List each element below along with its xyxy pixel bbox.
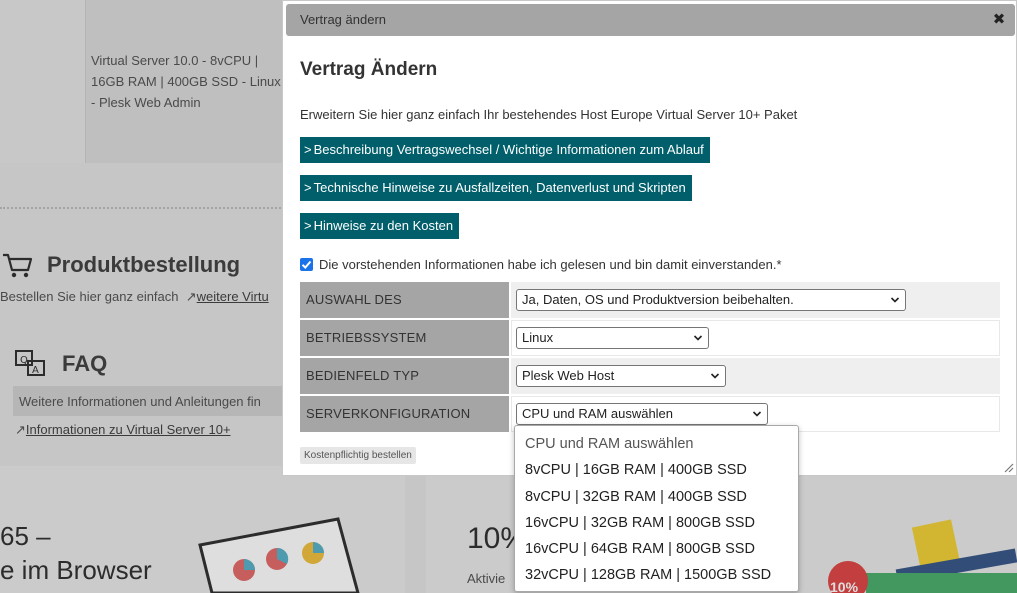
server-config-select[interactable]: CPU und RAM auswählen — [516, 403, 768, 425]
info-button-technical-notes[interactable]: > Technische Hinweise zu Ausfallzeiten, D… — [300, 175, 692, 201]
checkmark-icon — [301, 260, 312, 269]
server-config-dropdown: CPU und RAM auswählen 8vCPU | 16GB RAM |… — [514, 425, 799, 592]
chevron-right-icon: > — [304, 142, 312, 157]
agree-label: Die vorstehenden Informationen habe ich … — [319, 257, 782, 272]
panel-label: BEDIENFELD TYP — [300, 358, 509, 394]
server-config-value: CPU und RAM auswählen — [522, 406, 674, 421]
dropdown-option[interactable]: 16vCPU | 32GB RAM | 800GB SSD — [515, 510, 798, 536]
order-type-select[interactable]: Ja, Daten, OS und Produktversion beibeha… — [516, 289, 906, 311]
form-row-panel: BEDIENFELD TYP Plesk Web Host — [300, 357, 1000, 395]
chevron-down-icon — [710, 373, 720, 379]
chevron-down-icon — [752, 411, 762, 417]
order-type-cell: Ja, Daten, OS und Produktversion beibeha… — [511, 282, 1000, 318]
order-type-value: Ja, Daten, OS und Produktversion beibeha… — [522, 292, 794, 307]
order-type-label: AUSWAHL DES AUFTRAGSTYPS — [300, 282, 509, 343]
info-button-label: Beschreibung Vertragswechsel / Wichtige … — [313, 142, 704, 157]
change-contract-dialog: Vertrag ändern ✖ Vertrag Ändern Erweiter… — [282, 0, 1017, 476]
form-row-order-type: AUSWAHL DES AUFTRAGSTYPS Ja, Daten, OS u… — [300, 281, 1000, 343]
dialog-intro: Erweitern Sie hier ganz einfach Ihr best… — [300, 107, 798, 122]
contract-form: AUSWAHL DES AUFTRAGSTYPS Ja, Daten, OS u… — [300, 281, 1000, 433]
os-label: BETRIEBSSYSTEM — [300, 320, 509, 356]
agree-row: Die vorstehenden Informationen habe ich … — [300, 257, 782, 272]
os-select[interactable]: Linux — [516, 327, 709, 349]
server-config-label: SERVERKONFIGURATION — [300, 396, 509, 432]
os-cell: Linux — [511, 320, 1000, 356]
info-button-contract-change[interactable]: > Beschreibung Vertragswechsel / Wichtige… — [300, 137, 710, 163]
info-button-label: Technische Hinweise zu Ausfallzeiten, Da… — [313, 180, 686, 195]
dialog-titlebar[interactable]: Vertrag ändern ✖ — [286, 4, 1015, 36]
agree-checkbox[interactable] — [300, 258, 313, 271]
panel-cell: Plesk Web Host — [511, 358, 1000, 394]
close-icon[interactable]: ✖ — [991, 12, 1007, 28]
chevron-right-icon: > — [304, 218, 312, 233]
info-button-label: Hinweise zu den Kosten — [313, 218, 454, 233]
dropdown-option[interactable]: 8vCPU | 32GB RAM | 400GB SSD — [515, 484, 798, 510]
chevron-down-icon — [890, 297, 900, 303]
dialog-title: Vertrag ändern — [300, 12, 387, 27]
chevron-right-icon: > — [304, 180, 312, 195]
form-row-os: BETRIEBSSYSTEM Linux — [300, 319, 1000, 357]
order-button[interactable]: Kostenpflichtig bestellen — [300, 447, 416, 464]
os-value: Linux — [522, 330, 554, 345]
panel-select[interactable]: Plesk Web Host — [516, 365, 726, 387]
dropdown-option[interactable]: 16vCPU | 64GB RAM | 800GB SSD — [515, 536, 798, 562]
panel-value: Plesk Web Host — [522, 368, 615, 383]
dropdown-option[interactable]: 32vCPU | 128GB RAM | 1500GB SSD — [515, 562, 798, 588]
dropdown-option[interactable]: CPU und RAM auswählen — [515, 431, 798, 457]
dropdown-option[interactable]: 8vCPU | 16GB RAM | 400GB SSD — [515, 457, 798, 483]
resize-grip-icon[interactable] — [1003, 462, 1014, 473]
info-button-costs[interactable]: > Hinweise zu den Kosten — [300, 213, 460, 239]
chevron-down-icon — [693, 335, 703, 341]
dialog-heading: Vertrag Ändern — [300, 59, 438, 80]
